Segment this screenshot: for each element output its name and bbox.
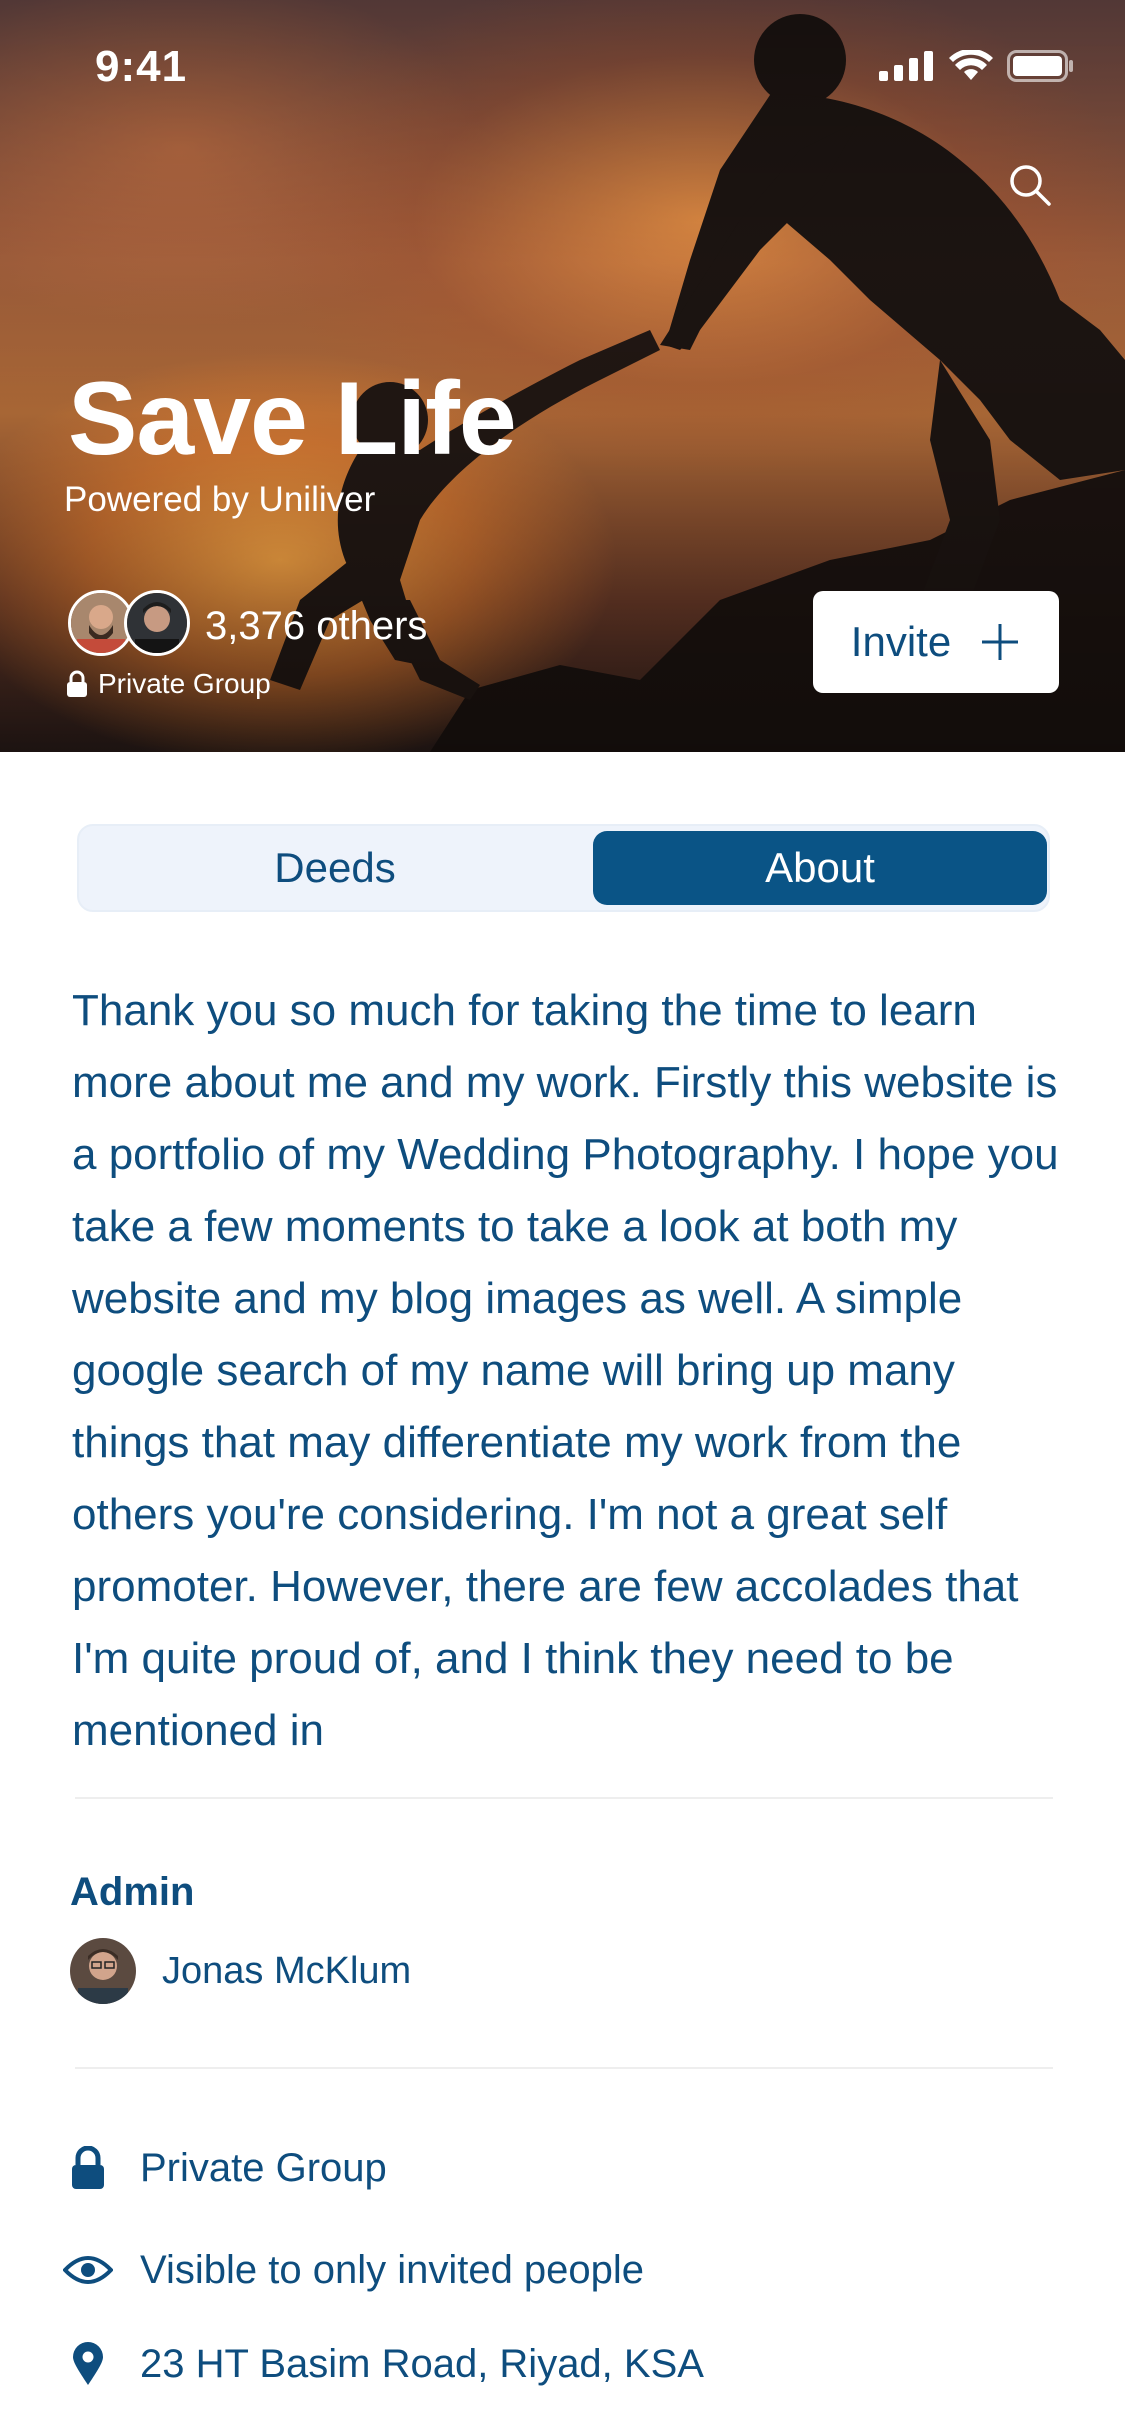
cellular-signal-icon [879,51,933,81]
group-cover: 9:41 Save Life Powered by Uniliver 3,376… [0,0,1125,752]
wifi-icon [949,50,993,80]
group-privacy: Private Group [66,668,271,700]
about-description: Thank you so much for taking the time to… [72,986,1059,1755]
lock-icon [62,2142,114,2194]
invite-button[interactable]: Invite [813,591,1059,693]
detail-privacy: Private Group [62,2142,387,2194]
group-title: Save Life [68,361,517,477]
tab-deeds[interactable]: Deeds [79,826,591,910]
admin-profile[interactable]: Jonas McKlum [70,1938,411,2004]
detail-privacy-text: Private Group [140,2145,387,2190]
location-pin-icon [62,2338,114,2390]
member-avatars[interactable] [68,590,190,656]
members-count[interactable]: 3,376 others [205,604,427,649]
detail-location-text: 23 HT Basim Road, Riyad, KSA [140,2341,704,2386]
admin-name: Jonas McKlum [162,1949,412,1992]
plus-icon [982,624,1019,660]
admin-heading: Admin [70,1870,195,1914]
divider [75,1797,1053,1799]
lock-icon [67,670,87,697]
privacy-label: Private Group [98,668,271,699]
battery-icon [1007,50,1073,82]
status-icons [879,50,1073,82]
status-time: 9:41 [95,42,188,91]
invite-label: Invite [850,618,952,665]
member-avatar [124,590,190,656]
search-button[interactable] [1005,160,1055,210]
detail-visibility-text: Visible to only invited people [140,2247,645,2292]
eye-icon [62,2244,114,2296]
tab-about[interactable]: About [593,831,1047,905]
search-icon [1010,165,1051,206]
admin-avatar [70,1938,136,2004]
segmented-tabs: Deeds About [77,824,1050,912]
detail-location: 23 HT Basim Road, Riyad, KSA [62,2338,704,2390]
divider [75,2067,1053,2069]
group-subtitle: Powered by Uniliver [64,480,376,519]
detail-visibility: Visible to only invited people [62,2244,644,2296]
